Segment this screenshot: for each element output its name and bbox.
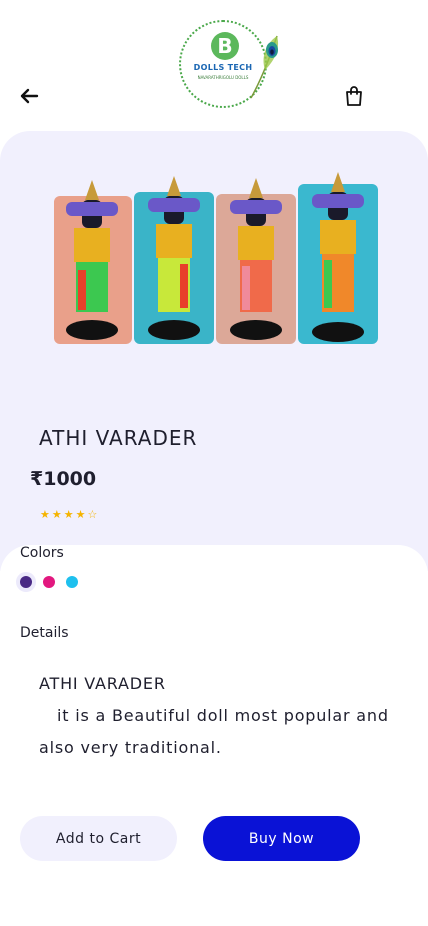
star-filled-icon: ★: [75, 508, 86, 521]
star-filled-icon: ★: [51, 508, 62, 521]
color-swatches: [20, 576, 78, 588]
product-description: ATHI VARADER it is a Beautiful doll most…: [39, 668, 399, 764]
product-name: ATHI VARADER: [39, 426, 198, 450]
colors-label: Colors: [20, 545, 64, 561]
star-filled-icon: ★: [63, 508, 74, 521]
rating-stars: ★ ★ ★ ★ ☆: [40, 508, 97, 521]
shopping-bag-icon: [346, 86, 362, 106]
product-panel: ATHI VARADER ₹1000 ★ ★ ★ ★ ☆: [0, 131, 428, 571]
logo-brand-name: DOLLS TECH: [193, 63, 253, 72]
logo-initial: B: [211, 32, 239, 60]
description-body: it is a Beautiful doll most popular and …: [39, 706, 389, 757]
product-image: [54, 172, 378, 344]
add-to-cart-button[interactable]: Add to Cart: [20, 816, 177, 861]
product-detail-screen: B DOLLS TECH NAVARATHRIGOLU DOLLS ATHI V…: [0, 0, 428, 926]
color-swatch[interactable]: [20, 576, 32, 588]
color-swatch[interactable]: [43, 576, 55, 588]
description-title: ATHI VARADER: [39, 674, 166, 693]
arrow-left-icon: [20, 88, 39, 104]
back-button[interactable]: [16, 84, 42, 108]
peacock-feather-icon: [250, 35, 279, 99]
star-empty-icon: ☆: [87, 508, 98, 521]
star-filled-icon: ★: [40, 508, 50, 521]
color-swatch[interactable]: [66, 576, 78, 588]
buy-now-button[interactable]: Buy Now: [203, 816, 360, 861]
product-price: ₹1000: [30, 468, 97, 490]
brand-logo: B DOLLS TECH NAVARATHRIGOLU DOLLS: [163, 0, 289, 118]
details-sheet: Colors Details ATHI VARADER it is a Beau…: [0, 545, 428, 926]
details-label: Details: [20, 625, 69, 641]
cart-button[interactable]: [341, 82, 367, 110]
